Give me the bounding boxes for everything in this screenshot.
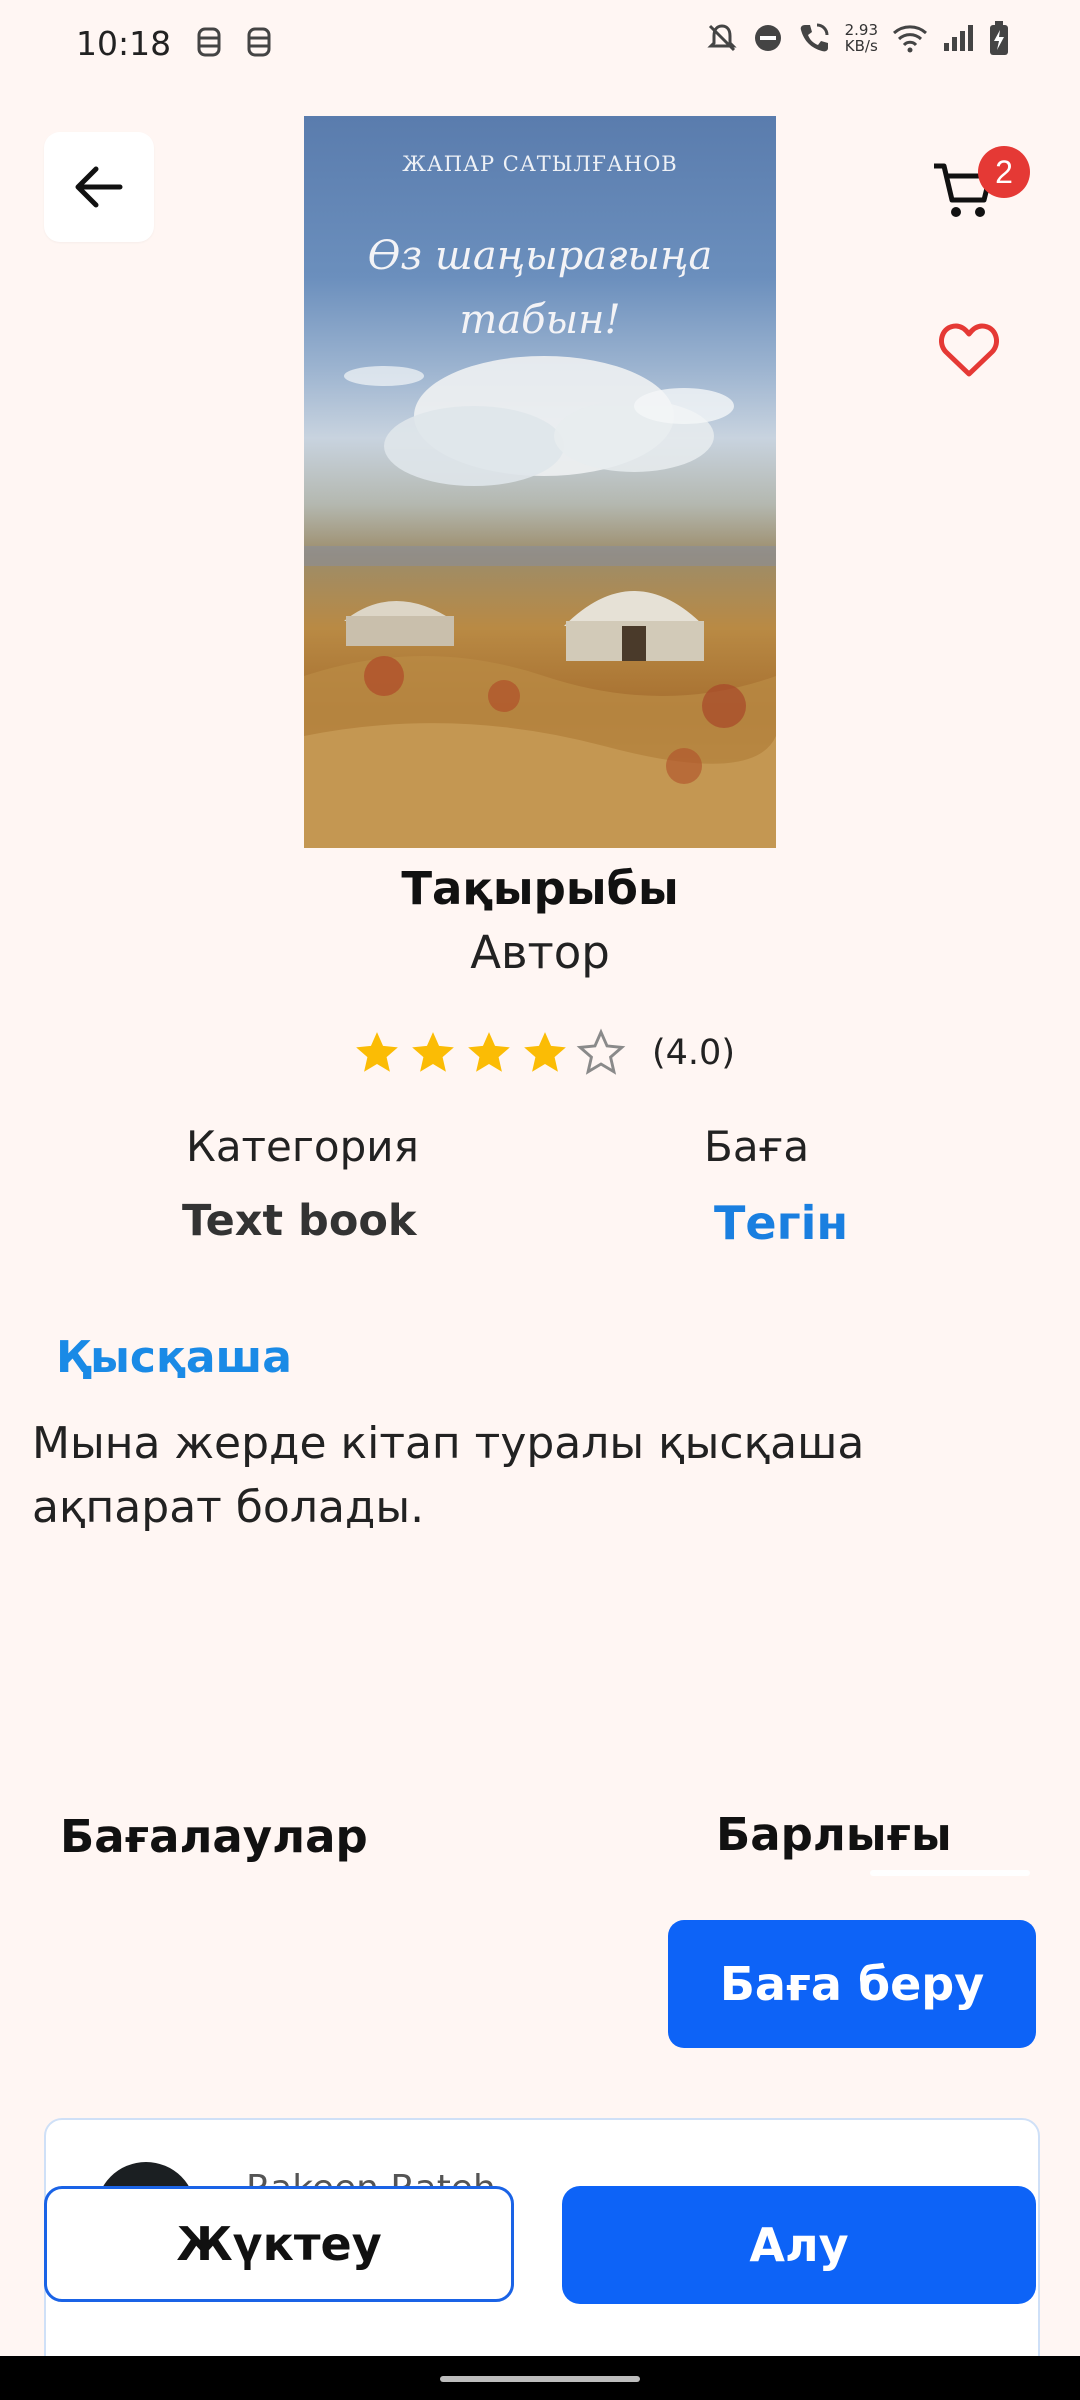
status-time: 10:18	[76, 24, 172, 63]
category-label: Категория	[186, 1122, 419, 1171]
book-cover: ЖАПАР САТЫЛҒАНОВ Өз шаңырағыңа табын!	[304, 116, 776, 848]
notification-icon	[196, 26, 226, 60]
buy-button[interactable]: Алу	[562, 2186, 1036, 2304]
star-filled-icon	[524, 1032, 566, 1072]
home-gesture-handle[interactable]	[440, 2376, 640, 2382]
category-value: Text book	[182, 1196, 417, 1246]
reviews-label: Бағалаулар	[60, 1810, 368, 1863]
all-reviews-underline	[870, 1870, 1030, 1876]
rating-value: (4.0)	[652, 1033, 735, 1073]
star-filled-icon	[356, 1032, 398, 1072]
dnd-icon	[754, 25, 781, 51]
favorite-button[interactable]	[938, 322, 1004, 382]
status-icons: 2.93 KB/s	[705, 20, 1010, 56]
star-filled-icon	[468, 1032, 510, 1072]
mute-icon	[706, 24, 737, 52]
price-label: Баға	[704, 1122, 810, 1171]
star-outline-icon	[576, 1028, 626, 1075]
signal-icon	[944, 25, 973, 51]
rate-button[interactable]: Баға беру	[668, 1920, 1036, 2048]
book-title: Тақырыбы	[401, 862, 679, 915]
cover-title: Өз шаңырағыңа табын!	[367, 233, 713, 343]
wifi-call-icon	[800, 23, 829, 52]
summary-text: Мына жерде кітап туралы қысқаша ақпарат …	[32, 1418, 865, 1533]
heart-outline-icon	[939, 323, 999, 377]
star-filled-icon	[412, 1032, 454, 1072]
all-reviews-link[interactable]: Барлығы	[716, 1808, 952, 1861]
summary-label: Қысқаша	[56, 1332, 292, 1383]
price-value: Тегін	[714, 1196, 849, 1250]
back-button[interactable]	[44, 132, 154, 242]
network-speed: 2.93 KB/s	[844, 21, 878, 55]
rating-row: (4.0)	[352, 1028, 735, 1078]
cover-author: ЖАПАР САТЫЛҒАНОВ	[402, 152, 678, 176]
cart-badge: 2	[978, 146, 1030, 198]
notification-icon	[246, 26, 276, 60]
wifi-icon	[893, 25, 927, 53]
download-button[interactable]: Жүктеу	[44, 2186, 514, 2302]
book-author: Автор	[470, 926, 610, 979]
battery-charging-icon	[990, 21, 1008, 55]
arrow-left-icon	[75, 166, 123, 208]
